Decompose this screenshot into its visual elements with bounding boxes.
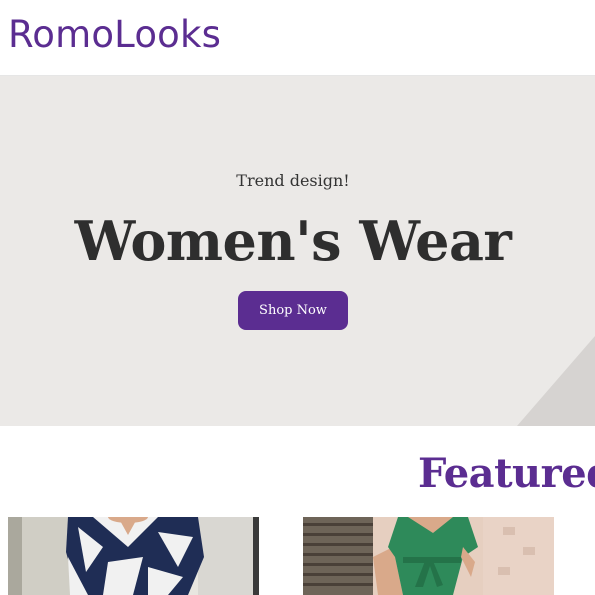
patterned-dress-photo-icon <box>8 517 259 595</box>
hero-subtitle: Trend design! <box>236 171 350 190</box>
green-dress-photo-icon <box>303 517 554 595</box>
featured-section-header: Featured Products <box>0 440 595 510</box>
hero-title: Women's Wear <box>74 209 512 273</box>
featured-section-title: Featured Products <box>418 450 595 497</box>
site-logo[interactable]: RomoLooks <box>8 12 221 58</box>
hero-banner: Trend design! Women's Wear Shop Now <box>0 76 595 426</box>
window-shutter <box>303 517 373 595</box>
product-card-image[interactable] <box>8 517 259 595</box>
shop-now-button[interactable]: Shop Now <box>238 291 348 330</box>
decorative-corner-shape <box>517 336 595 426</box>
site-header: RomoLooks <box>0 0 595 76</box>
product-card-image[interactable] <box>303 517 554 595</box>
